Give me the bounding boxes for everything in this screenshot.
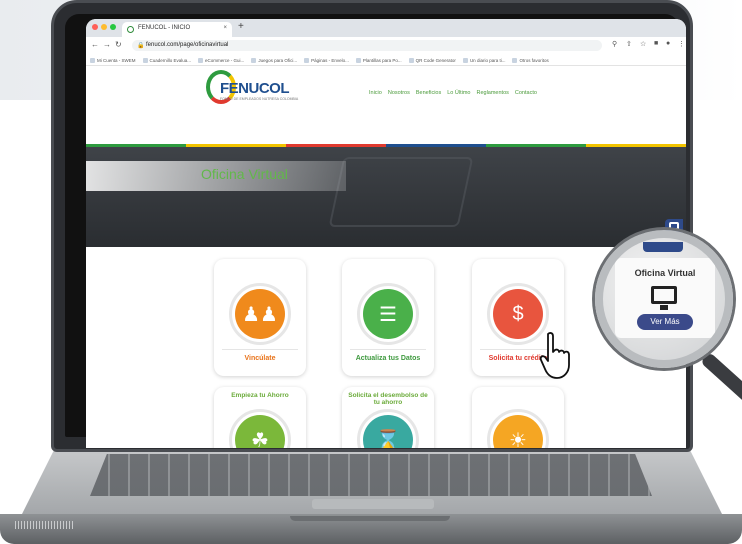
main-menu: Inicio Nosotros Beneficios Lo Último Reg… xyxy=(369,90,537,96)
bookmark-item[interactable]: Páginas - Envelo... xyxy=(304,56,349,65)
monitor-icon xyxy=(651,286,677,304)
bookmark-item[interactable]: Cuadernillo Evalua... xyxy=(142,56,191,65)
laptop-notch xyxy=(290,516,450,521)
money-icon: $ xyxy=(493,289,543,339)
menu-icon[interactable]: ⋮ xyxy=(678,40,685,48)
menu-item-lo-ultimo[interactable]: Lo Último xyxy=(447,90,470,96)
minimize-window-button[interactable] xyxy=(101,24,107,30)
ver-mas-button[interactable]: Ver Más xyxy=(637,314,693,330)
popup-title: Oficina Virtual xyxy=(634,268,696,278)
bookmarks-bar: Mi Cuenta - SWEM Cuadernillo Evalua... e… xyxy=(86,54,686,66)
extensions-icon[interactable]: ■ xyxy=(654,40,658,47)
laptop-keyboard xyxy=(90,454,652,496)
menu-item-inicio[interactable]: Inicio xyxy=(369,90,382,96)
people-icon: ♟♟ xyxy=(235,289,285,339)
bookmark-item[interactable]: Un diario para ti... xyxy=(462,56,505,65)
card-label: Solicita el desembolso de tu ahorro xyxy=(348,392,428,406)
site-header: FENUCOL FONDO DE EMPLEADOS NUTRESA COLOM… xyxy=(86,66,686,147)
menu-item-nosotros[interactable]: Nosotros xyxy=(388,90,410,96)
browser-window: FENUCOL - INICIO × + ← → ↻ 🔒 fenucol.com… xyxy=(86,19,686,448)
card-empieza-ahorro[interactable]: Empieza tu Ahorro ☘ xyxy=(214,387,306,448)
tab-fenucol[interactable]: FENUCOL - INICIO × xyxy=(122,22,232,37)
book-icon xyxy=(328,157,474,227)
back-button[interactable]: ← xyxy=(91,40,99,49)
magnifier-lens: Oficina Virtual Ver Más xyxy=(595,230,733,368)
tab-close-icon[interactable]: × xyxy=(223,25,227,31)
hourglass-icon: ⌛ xyxy=(363,415,413,448)
tab-bar: FENUCOL - INICIO × + xyxy=(86,19,686,37)
url-text: fenucol.com/page/oficinavirtual xyxy=(146,42,229,48)
card-vinculate[interactable]: ♟♟ Vincúlate xyxy=(214,259,306,376)
profile-icon[interactable]: ● xyxy=(666,40,670,47)
laptop-lid: FENUCOL - INICIO × + ← → ↻ 🔒 fenucol.com… xyxy=(51,0,693,452)
bookmark-item[interactable]: QR Code Generator xyxy=(408,56,456,65)
plant-icon: ☘ xyxy=(235,415,285,448)
fenucol-logo[interactable]: FENUCOL FONDO DE EMPLEADOS NUTRESA COLOM… xyxy=(206,70,298,114)
laptop-vents xyxy=(15,521,75,529)
page-title: Oficina Virtual xyxy=(201,166,288,182)
bookmark-item[interactable]: Mi Cuenta - SWEM xyxy=(90,56,136,65)
card-solicita-desembolso[interactable]: Solicita el desembolso de tu ahorro ⌛ xyxy=(342,387,434,448)
menu-item-beneficios[interactable]: Beneficios xyxy=(416,90,441,96)
monitor-icon xyxy=(669,222,679,230)
magnifier-handle xyxy=(700,351,742,415)
services-grid: ♟♟ Vincúlate ☰ Actualiza tus Datos $ Sol… xyxy=(86,247,686,448)
new-tab-button[interactable]: + xyxy=(238,21,244,32)
laptop-bezel: FENUCOL - INICIO × + ← → ↻ 🔒 fenucol.com… xyxy=(65,14,686,448)
laptop-trackpad xyxy=(312,499,434,509)
url-field[interactable]: 🔒 fenucol.com/page/oficinavirtual xyxy=(132,40,602,51)
bookmark-item[interactable]: Juegos para Ofici... xyxy=(251,56,297,65)
address-bar-row: ← → ↻ 🔒 fenucol.com/page/oficinavirtual … xyxy=(86,37,686,54)
menu-item-contacto[interactable]: Contacto xyxy=(515,90,537,96)
sun-icon: ☀ xyxy=(493,415,543,448)
star-icon[interactable]: ☆ xyxy=(640,40,646,48)
search-icon[interactable]: ⚲ xyxy=(612,40,617,48)
clipboard-icon: ☰ xyxy=(363,289,413,339)
window-controls xyxy=(92,24,116,30)
hand-cursor-icon xyxy=(539,332,570,379)
maximize-window-button[interactable] xyxy=(110,24,116,30)
card-label: Actualiza tus Datos xyxy=(355,355,421,362)
card-extra[interactable]: ☀ xyxy=(472,387,564,448)
card-label: Vincúlate xyxy=(244,355,276,362)
illustration: FENUCOL - INICIO × + ← → ↻ 🔒 fenucol.com… xyxy=(0,0,742,544)
card-label: Empieza tu Ahorro xyxy=(231,392,289,399)
share-icon[interactable]: ⇧ xyxy=(626,40,632,48)
reload-button[interactable]: ↻ xyxy=(115,40,122,49)
bookmark-item[interactable]: eCommerce - Gui... xyxy=(198,56,244,65)
card-actualiza-datos[interactable]: ☰ Actualiza tus Datos xyxy=(342,259,434,376)
bookmark-item[interactable]: Plantillas para Po... xyxy=(355,56,402,65)
menu-item-reglamentos[interactable]: Reglamentos xyxy=(476,90,508,96)
bookmark-item[interactable]: Otros favoritos xyxy=(512,56,549,65)
oficina-virtual-popup: Oficina Virtual Ver Más xyxy=(615,258,715,338)
lock-icon: 🔒 xyxy=(137,43,145,49)
forward-button[interactable]: → xyxy=(103,40,111,49)
fenucol-favicon-icon xyxy=(127,26,134,33)
close-window-button[interactable] xyxy=(92,24,98,30)
tab-title: FENUCOL - INICIO xyxy=(138,25,191,31)
hero-banner: Oficina Virtual xyxy=(86,147,686,247)
